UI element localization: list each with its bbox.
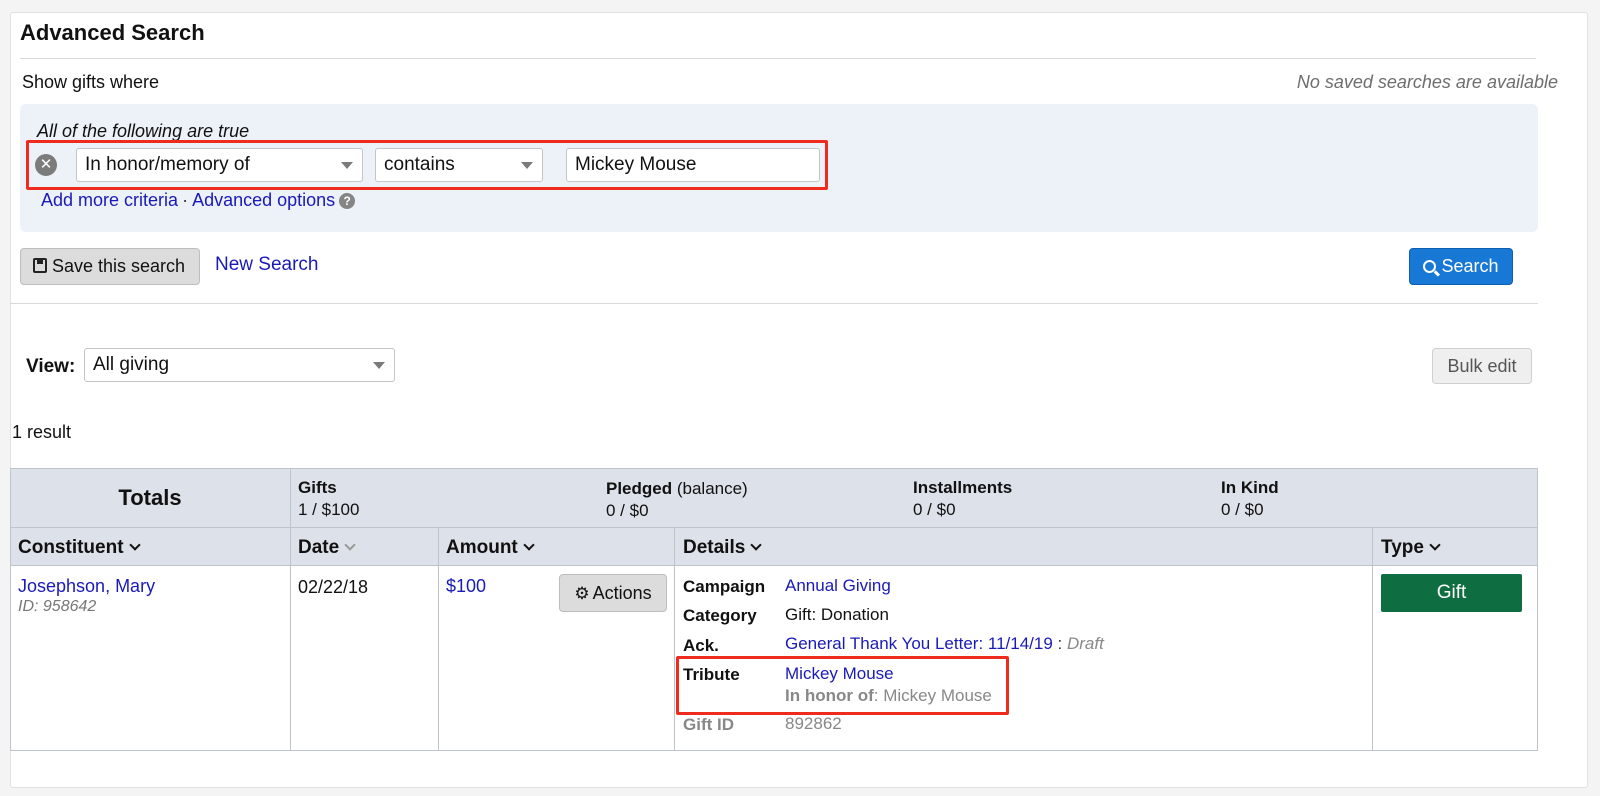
view-label: View: [26,356,76,377]
divider [10,303,1538,304]
remove-criteria-icon[interactable]: ✕ [35,154,57,176]
new-search-link[interactable]: New Search [215,254,319,276]
detail-ack-value: General Thank You Letter: 11/14/19 : Dra… [785,634,1104,654]
search-button[interactable]: Search [1409,248,1513,285]
add-more-criteria-link[interactable]: Add more criteria [41,190,178,210]
totals-installments-value: 0 / $0 [913,500,956,519]
criteria-links: Add more criteria · Advanced options? [41,190,356,211]
totals-in-kind: In Kind 0 / $0 [1221,478,1279,520]
view-selected-value: All giving [93,354,170,375]
chevron-down-icon [1429,539,1441,551]
criteria-field-value: In honor/memory of [85,154,250,175]
column-header-row [10,528,1538,566]
result-count: 1 result [12,422,72,442]
totals-installments-label: Installments [913,478,1013,497]
column-header-constituent-label: Constituent [18,537,124,558]
criteria-field-select[interactable]: In honor/memory of [76,148,363,182]
link-separator: · [182,190,189,210]
totals-pledged-label: Pledged [606,479,673,498]
totals-gifts-label: Gifts [298,478,337,497]
detail-gift-id-value: 892862 [785,714,842,733]
criteria-operator-select[interactable]: contains [375,148,543,182]
totals-label: Totals [118,485,182,510]
column-header-type[interactable]: Type [1381,537,1441,559]
totals-in-kind-label: In Kind [1221,478,1279,497]
divider [20,58,1536,59]
detail-category-label: Category [683,606,757,625]
column-header-constituent[interactable]: Constituent [18,537,141,559]
page-title: Advanced Search [20,20,205,45]
floppy-disk-icon [33,258,47,273]
detail-category-value: Gift: Donation [785,605,889,624]
caret-down-icon [521,162,533,169]
detail-tribute-honor: In honor of: Mickey Mouse [785,686,992,706]
detail-gift-id-label: Gift ID [683,715,734,734]
gift-date: 02/22/18 [298,577,369,597]
detail-tribute-honor-label: In honor of [785,686,874,705]
detail-ack-label: Ack. [683,636,719,655]
criteria-operator-value: contains [384,154,455,175]
totals-installments: Installments 0 / $0 [913,478,1012,520]
detail-campaign-label: Campaign [683,577,766,596]
constituent-id: ID: 958642 [18,598,97,615]
advanced-options-link[interactable]: Advanced options [192,190,335,210]
detail-tribute-label: Tribute [683,665,740,684]
column-header-date[interactable]: Date [298,537,356,559]
show-gifts-label: Show gifts where [22,72,160,92]
chevron-down-icon [523,539,535,551]
actions-button-label: Actions [592,583,652,603]
detail-campaign-link[interactable]: Annual Giving [785,576,891,596]
column-header-details-label: Details [683,537,746,558]
column-divider [290,468,291,751]
detail-ack-link[interactable]: General Thank You Letter: 11/14/19 [785,634,1053,653]
column-divider [674,528,675,751]
criteria-value-input[interactable] [566,148,820,182]
chevron-down-icon [750,539,762,551]
totals-gifts: Gifts 1 / $100 [298,478,359,520]
column-header-date-label: Date [298,537,340,558]
detail-ack-status: Draft [1066,634,1104,653]
caret-down-icon [341,162,353,169]
gear-icon: ⚙ [574,584,590,603]
caret-down-icon [373,362,385,369]
column-header-amount[interactable]: Amount [446,537,535,559]
totals-gifts-value: 1 / $100 [298,500,360,519]
search-button-label: Search [1441,256,1499,276]
totals-in-kind-value: 0 / $0 [1221,500,1264,519]
detail-ack-separator: : [1052,634,1067,653]
detail-tribute-link[interactable]: Mickey Mouse [785,664,894,684]
column-divider [1372,528,1373,751]
column-header-details[interactable]: Details [683,537,762,559]
chevron-down-icon [344,539,356,551]
totals-pledged-sub: (balance) [672,479,748,498]
constituent-name-link[interactable]: Josephson, Mary [18,576,155,597]
column-header-type-label: Type [1381,537,1424,558]
view-select[interactable]: All giving [84,348,395,382]
bulk-edit-button[interactable]: Bulk edit [1432,348,1532,384]
save-search-button[interactable]: Save this search [20,248,200,285]
save-search-label: Save this search [52,256,186,276]
column-header-amount-label: Amount [446,537,518,558]
search-icon [1423,260,1437,273]
actions-button[interactable]: ⚙ Actions [559,574,667,612]
chevron-down-icon [128,539,141,551]
gift-type-badge[interactable]: Gift [1381,574,1522,612]
totals-pledged: Pledged (balance) 0 / $0 [606,478,748,521]
criteria-group-label: All of the following are true [37,121,250,141]
detail-tribute-honor-value: : Mickey Mouse [873,686,992,705]
column-divider [438,528,439,751]
help-icon[interactable]: ? [339,193,356,209]
totals-pledged-value: 0 / $0 [606,501,649,520]
gift-amount-link[interactable]: $100 [446,576,486,597]
saved-searches-note: No saved searches are available [1296,72,1558,92]
